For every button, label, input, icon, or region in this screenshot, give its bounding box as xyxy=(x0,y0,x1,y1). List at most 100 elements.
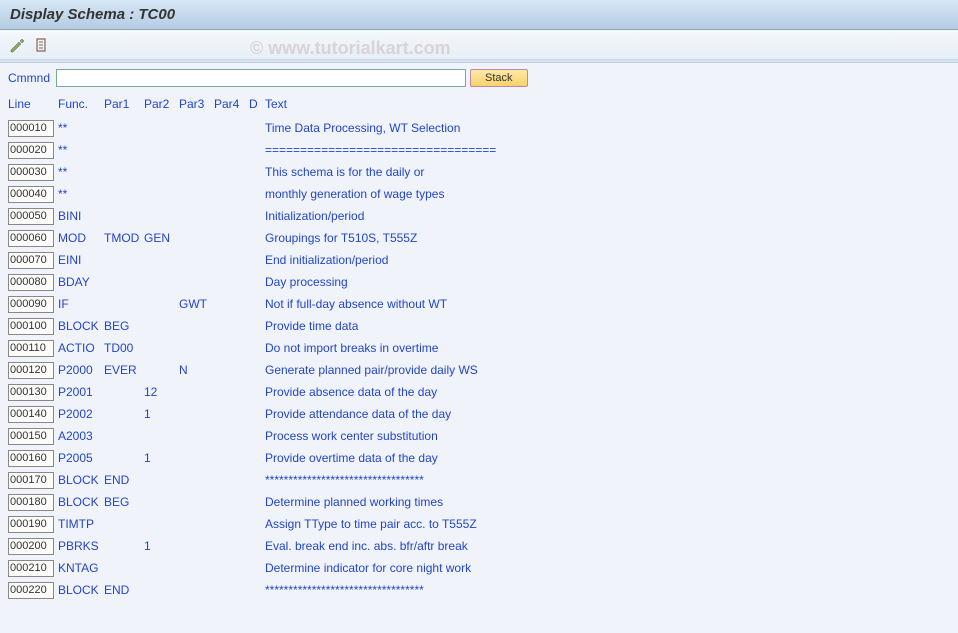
cell-text: Determine planned working times xyxy=(265,495,950,509)
header-line: Line xyxy=(8,97,58,111)
cell-par1: TMOD xyxy=(104,231,144,245)
command-input[interactable] xyxy=(56,69,466,87)
cell-text: monthly generation of wage types xyxy=(265,187,950,201)
cell-par1: EVER xyxy=(104,363,144,377)
line-input[interactable] xyxy=(8,164,54,181)
line-input[interactable] xyxy=(8,472,54,489)
cell-func: EINI xyxy=(58,253,104,267)
data-row: IFGWTNot if full-day absence without WT xyxy=(0,293,958,315)
cell-text: Generate planned pair/provide daily WS xyxy=(265,363,950,377)
data-row: BINI Initialization/period xyxy=(0,205,958,227)
header-par1: Par1 xyxy=(104,97,144,111)
cell-text: Provide overtime data of the day xyxy=(265,451,950,465)
cell-text: ================================= xyxy=(265,143,950,157)
data-row: EINI End initialization/period xyxy=(0,249,958,271)
data-row: BLOCKBEGDetermine planned working times xyxy=(0,491,958,513)
data-row: ** This schema is for the daily or xyxy=(0,161,958,183)
line-input[interactable] xyxy=(8,318,54,335)
line-input[interactable] xyxy=(8,252,54,269)
data-row: BLOCKBEGProvide time data xyxy=(0,315,958,337)
command-row: Cmmnd Stack xyxy=(0,63,958,91)
line-input[interactable] xyxy=(8,384,54,401)
line-input[interactable] xyxy=(8,560,54,577)
cell-func: P2002 xyxy=(58,407,104,421)
cell-func: A2003 xyxy=(58,429,104,443)
line-input[interactable] xyxy=(8,230,54,247)
cell-text: End initialization/period xyxy=(265,253,950,267)
line-input[interactable] xyxy=(8,450,54,467)
line-input[interactable] xyxy=(8,406,54,423)
tool-icon-2[interactable] xyxy=(32,36,50,54)
column-headers: Line Func. Par1 Par2 Par3 Par4 D Text xyxy=(0,93,958,115)
line-input[interactable] xyxy=(8,494,54,511)
line-input[interactable] xyxy=(8,582,54,599)
line-input[interactable] xyxy=(8,516,54,533)
cell-func: KNTAG xyxy=(58,561,104,575)
cell-text: This schema is for the daily or xyxy=(265,165,950,179)
cell-func: ** xyxy=(58,165,104,179)
data-row: TIMTP Assign TType to time pair acc. to T… xyxy=(0,513,958,535)
data-row: ** Time Data Processing, WT Selection xyxy=(0,117,958,139)
cell-text: Determine indicator for core night work xyxy=(265,561,950,575)
cell-func: IF xyxy=(58,297,104,311)
cell-text: Provide attendance data of the day xyxy=(265,407,950,421)
data-row: BLOCKEND********************************… xyxy=(0,469,958,491)
cell-func: TIMTP xyxy=(58,517,104,531)
cell-func: BLOCK xyxy=(58,583,104,597)
rows-container: **Time Data Processing, WT Selection**==… xyxy=(0,117,958,601)
data-row: A2003 Process work center substitution xyxy=(0,425,958,447)
header-par3: Par3 xyxy=(179,97,214,111)
data-row: ACTIOTD00 Do not import breaks in overtim… xyxy=(0,337,958,359)
cell-text: Assign TType to time pair acc. to T555Z xyxy=(265,517,950,531)
cell-text: ********************************** xyxy=(265,583,950,597)
line-input[interactable] xyxy=(8,208,54,225)
cell-par2: 1 xyxy=(144,407,179,421)
cell-text: Process work center substitution xyxy=(265,429,950,443)
line-input[interactable] xyxy=(8,340,54,357)
cell-func: P2005 xyxy=(58,451,104,465)
cell-par1: TD00 xyxy=(104,341,144,355)
cell-func: BINI xyxy=(58,209,104,223)
cell-func: ACTIO xyxy=(58,341,104,355)
line-input[interactable] xyxy=(8,142,54,159)
cell-func: P2001 xyxy=(58,385,104,399)
cell-func: MOD xyxy=(58,231,104,245)
cell-text: Do not import breaks in overtime xyxy=(265,341,950,355)
data-row: KNTAG Determine indicator for core night … xyxy=(0,557,958,579)
cell-par2: GEN xyxy=(144,231,179,245)
cell-text: Day processing xyxy=(265,275,950,289)
line-input[interactable] xyxy=(8,296,54,313)
data-row: BDAY Day processing xyxy=(0,271,958,293)
cell-text: Provide absence data of the day xyxy=(265,385,950,399)
cell-text: Groupings for T510S, T555Z xyxy=(265,231,950,245)
cell-func: BLOCK xyxy=(58,473,104,487)
data-row: P2001 12 Provide absence data of the day xyxy=(0,381,958,403)
line-input[interactable] xyxy=(8,120,54,137)
cell-par2: 1 xyxy=(144,451,179,465)
line-input[interactable] xyxy=(8,274,54,291)
cell-par3: GWT xyxy=(179,297,214,311)
cell-text: Time Data Processing, WT Selection xyxy=(265,121,950,135)
cell-func: P2000 xyxy=(58,363,104,377)
tool-icon-1[interactable] xyxy=(8,36,26,54)
line-input[interactable] xyxy=(8,428,54,445)
cell-func: BDAY xyxy=(58,275,104,289)
header-d: D xyxy=(249,97,265,111)
cell-par1: END xyxy=(104,473,144,487)
command-label: Cmmnd xyxy=(8,71,52,85)
data-row: **================================= xyxy=(0,139,958,161)
cell-par1: BEG xyxy=(104,319,144,333)
cell-par2: 12 xyxy=(144,385,179,399)
data-row: PBRKS1Eval. break end inc. abs. bfr/aftr… xyxy=(0,535,958,557)
cell-par3: N xyxy=(179,363,214,377)
cell-par1: BEG xyxy=(104,495,144,509)
data-row: P2005 1 Provide overtime data of the day xyxy=(0,447,958,469)
cell-text: Initialization/period xyxy=(265,209,950,223)
line-input[interactable] xyxy=(8,538,54,555)
line-input[interactable] xyxy=(8,186,54,203)
line-input[interactable] xyxy=(8,362,54,379)
header-par2: Par2 xyxy=(144,97,179,111)
data-row: MODTMODGEN Groupings for T510S, T555Z xyxy=(0,227,958,249)
cell-func: ** xyxy=(58,121,104,135)
stack-button[interactable]: Stack xyxy=(470,69,528,87)
